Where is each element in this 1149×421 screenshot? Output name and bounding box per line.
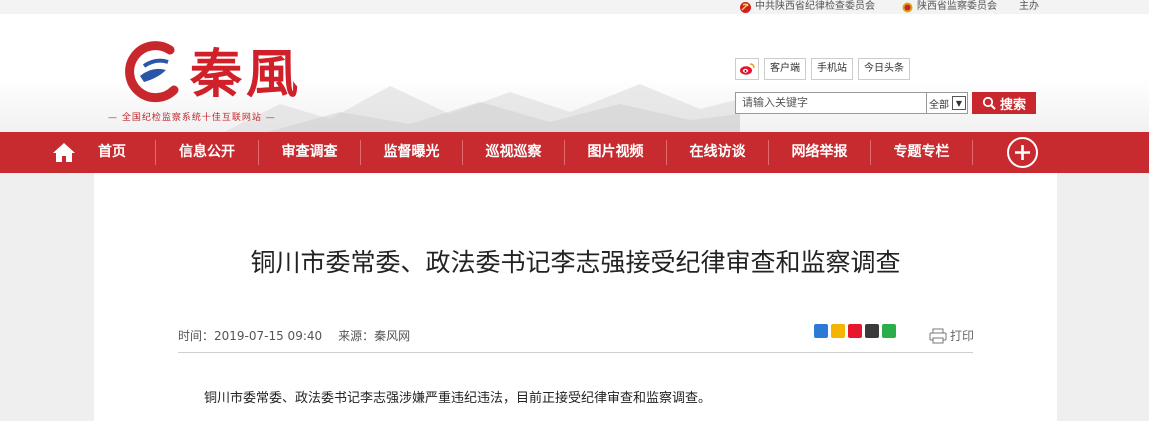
top-link-ccdi[interactable]: 中共陕西省纪律检查委员会 xyxy=(740,1,875,13)
article-meta: 时间：2019-07-15 09:40 来源：秦风网 xyxy=(178,327,410,344)
client-app-button[interactable]: 客户端 xyxy=(764,58,806,80)
share-more-icon[interactable] xyxy=(814,324,828,338)
printer-icon xyxy=(929,328,947,343)
share-weibo-icon[interactable] xyxy=(848,324,862,338)
nav-item-interview[interactable]: 在线访谈 xyxy=(667,132,768,173)
toutiao-button[interactable]: 今日头条 xyxy=(858,58,910,80)
social-links: 客户端 手机站 今日头条 xyxy=(735,58,910,80)
search-bar: 请输入关键字 全部 ▼ 搜索 xyxy=(735,92,1036,114)
top-link-label: 中共陕西省纪律检查委员会 xyxy=(755,1,875,12)
site-header: 秦風 — 全国纪检监察系统十佳互联网站 — 客户端 手机站 今日头条 请输入关键… xyxy=(0,14,1149,132)
top-sponsor-label: 主办 xyxy=(1019,1,1039,13)
more-nav-button[interactable] xyxy=(1007,137,1038,168)
article-container: 铜川市委常委、政法委书记李志强接受纪律审查和监察调查 时间：2019-07-15… xyxy=(94,173,1057,421)
search-scope-value: 全部 xyxy=(929,99,949,111)
search-scope-select[interactable]: 全部 ▼ xyxy=(927,92,968,114)
top-link-supervision[interactable]: 陕西省监察委员会 xyxy=(902,1,997,13)
nav-item-inspection[interactable]: 巡视巡察 xyxy=(463,132,564,173)
publish-time: 时间：2019-07-15 09:40 xyxy=(178,329,323,343)
share-qq-icon[interactable] xyxy=(865,324,879,338)
nav-divider xyxy=(972,140,973,165)
article-title: 铜川市委常委、政法委书记李志强接受纪律审查和监察调查 xyxy=(250,248,901,277)
site-slogan: — 全国纪检监察系统十佳互联网站 — xyxy=(108,113,276,123)
article-paragraph: 铜川市委常委、政法委书记李志强涉嫌严重违纪违法，目前正接受纪律审查和监察调查。 xyxy=(204,391,712,406)
nav-item-investigation[interactable]: 审查调查 xyxy=(259,132,360,173)
print-button[interactable]: 打印 xyxy=(929,327,974,344)
chevron-down-icon: ▼ xyxy=(952,96,966,110)
national-emblem-icon xyxy=(902,2,913,12)
top-link-label: 陕西省监察委员会 xyxy=(917,1,997,12)
weibo-icon xyxy=(740,63,755,75)
nav-item-exposure[interactable]: 监督曝光 xyxy=(361,132,462,173)
home-icon[interactable] xyxy=(52,141,76,163)
nav-item-home[interactable]: 首页 xyxy=(82,132,142,173)
logo-mark-icon[interactable] xyxy=(122,36,188,106)
meta-divider xyxy=(178,352,973,353)
nav-item-special[interactable]: 专题专栏 xyxy=(871,132,972,173)
site-logo-text[interactable]: 秦風 xyxy=(190,32,302,107)
search-icon xyxy=(982,96,996,110)
share-buttons xyxy=(814,324,896,338)
main-nav: 首页 信息公开 审查调查 监督曝光 巡视巡察 图片视频 在线访谈 网络举报 专题… xyxy=(0,132,1149,173)
article-source: 来源：秦风网 xyxy=(338,329,411,343)
search-button[interactable]: 搜索 xyxy=(972,92,1036,114)
search-input[interactable]: 请输入关键字 xyxy=(735,92,927,114)
top-bar: 中共陕西省纪律检查委员会 陕西省监察委员会 主办 xyxy=(0,0,1149,14)
sponsor-text: 主办 xyxy=(1019,1,1039,12)
weibo-button[interactable] xyxy=(735,58,759,80)
mobile-site-button[interactable]: 手机站 xyxy=(811,58,853,80)
party-emblem-icon xyxy=(740,1,751,13)
nav-item-report[interactable]: 网络举报 xyxy=(769,132,870,173)
share-qzone-icon[interactable] xyxy=(831,324,845,338)
print-label: 打印 xyxy=(950,329,975,343)
nav-item-info[interactable]: 信息公开 xyxy=(156,132,258,173)
nav-item-media[interactable]: 图片视频 xyxy=(565,132,666,173)
search-button-label: 搜索 xyxy=(999,97,1026,113)
share-wechat-icon[interactable] xyxy=(882,324,896,338)
plus-circle-icon xyxy=(1015,145,1030,160)
